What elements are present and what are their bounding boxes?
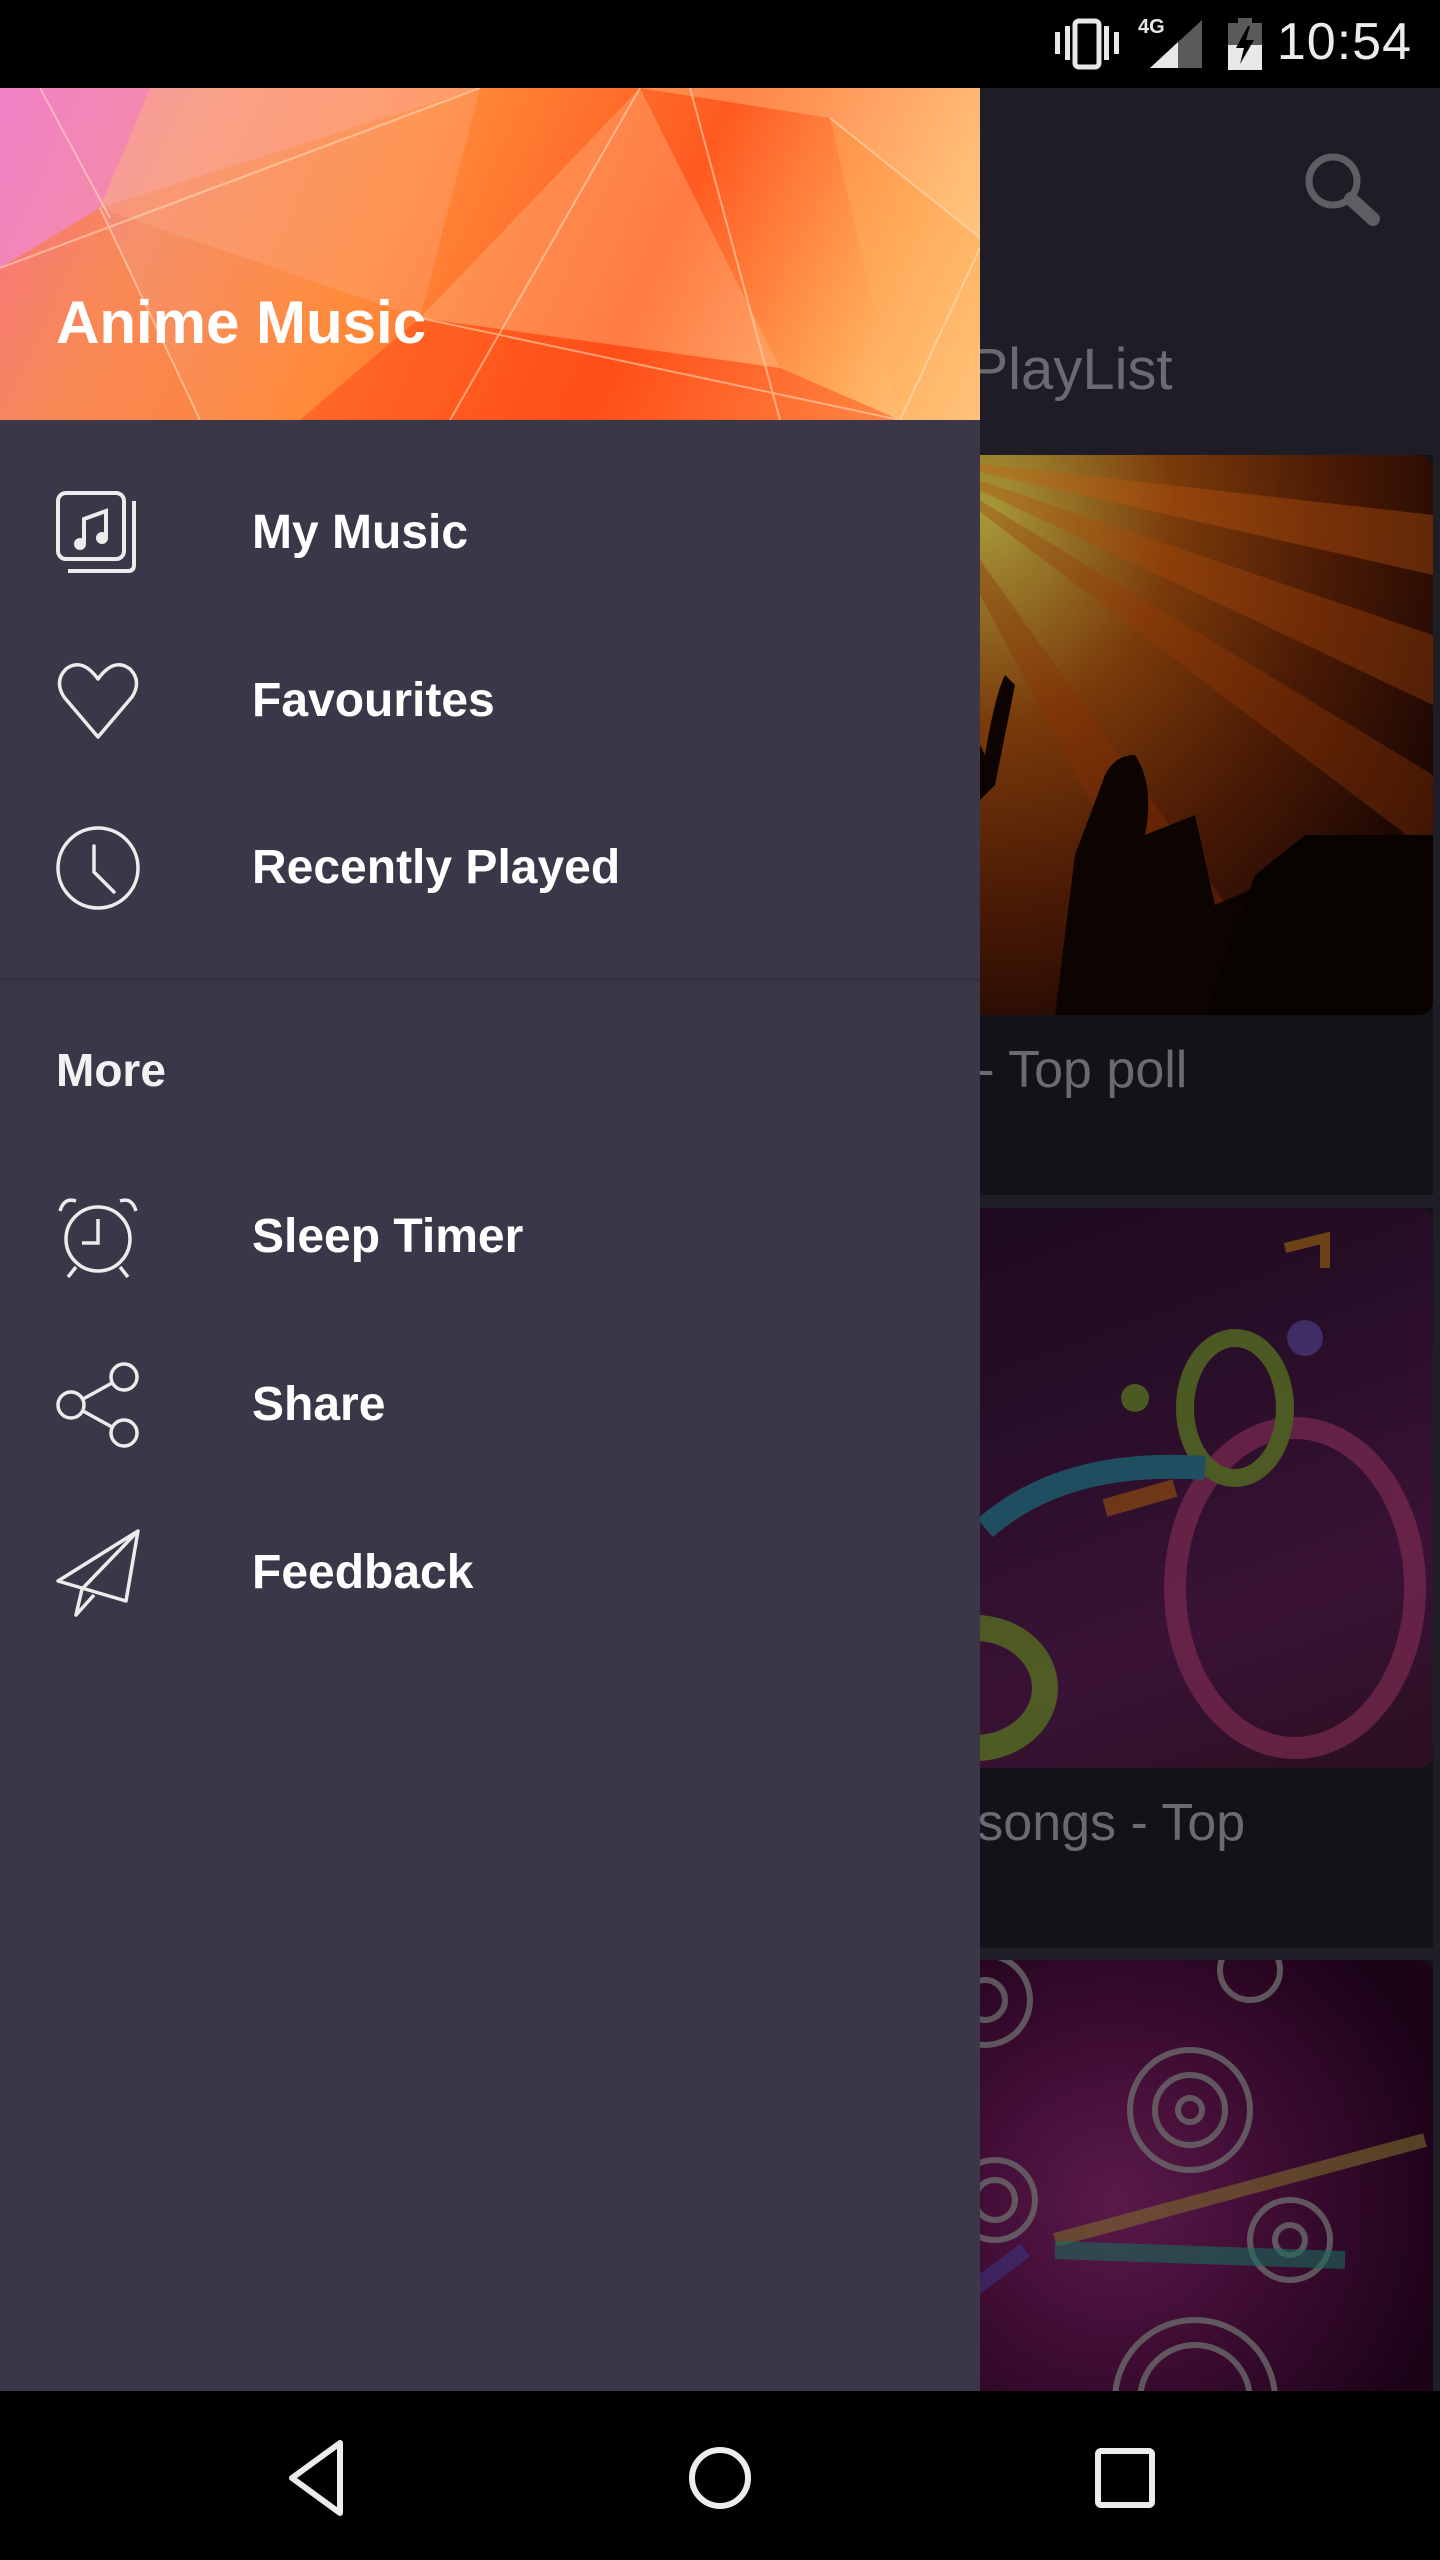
drawer-item-label: Share (252, 1378, 386, 1431)
navigation-drawer: Anime Music My Music Favourites Recently… (0, 88, 980, 2391)
drawer-item-sleep-timer[interactable]: Sleep Timer (0, 1157, 980, 1317)
system-navigation-bar (0, 2391, 1440, 2560)
drawer-item-label: Sleep Timer (252, 1210, 524, 1263)
clock-icon (56, 826, 140, 910)
drawer-divider (0, 978, 980, 981)
home-icon[interactable] (675, 2433, 765, 2523)
battery-charging-icon (1228, 18, 1262, 70)
signal-4g-icon: 4G (1138, 16, 1202, 70)
paper-plane-icon (56, 1529, 140, 1617)
drawer-item-label: Favourites (252, 674, 495, 727)
clock-time: 10:54 (1276, 13, 1412, 71)
drawer-header: Anime Music (0, 88, 980, 420)
drawer-item-share[interactable]: Share (0, 1325, 980, 1485)
drawer-item-my-music[interactable]: My Music (0, 453, 980, 613)
app-title: Anime Music (56, 289, 427, 356)
section-header-more: More (56, 1044, 166, 1096)
drawer-scrim[interactable] (980, 88, 1440, 2391)
alarm-clock-icon (58, 1198, 138, 1279)
status-bar: 4G 10:54 (0, 0, 1440, 88)
drawer-item-feedback[interactable]: Feedback (0, 1493, 980, 1653)
heart-icon (57, 663, 139, 739)
drawer-item-label: Feedback (252, 1546, 474, 1599)
share-icon (56, 1362, 139, 1448)
vibrate-icon (1055, 18, 1119, 70)
drawer-item-favourites[interactable]: Favourites (0, 621, 980, 781)
header-background-pattern (0, 88, 980, 420)
back-icon[interactable] (270, 2433, 360, 2523)
drawer-item-label: Recently Played (252, 841, 621, 894)
music-library-icon (56, 491, 136, 573)
recents-icon[interactable] (1080, 2433, 1170, 2523)
drawer-item-label: My Music (252, 506, 469, 559)
drawer-item-recently-played[interactable]: Recently Played (0, 788, 980, 948)
